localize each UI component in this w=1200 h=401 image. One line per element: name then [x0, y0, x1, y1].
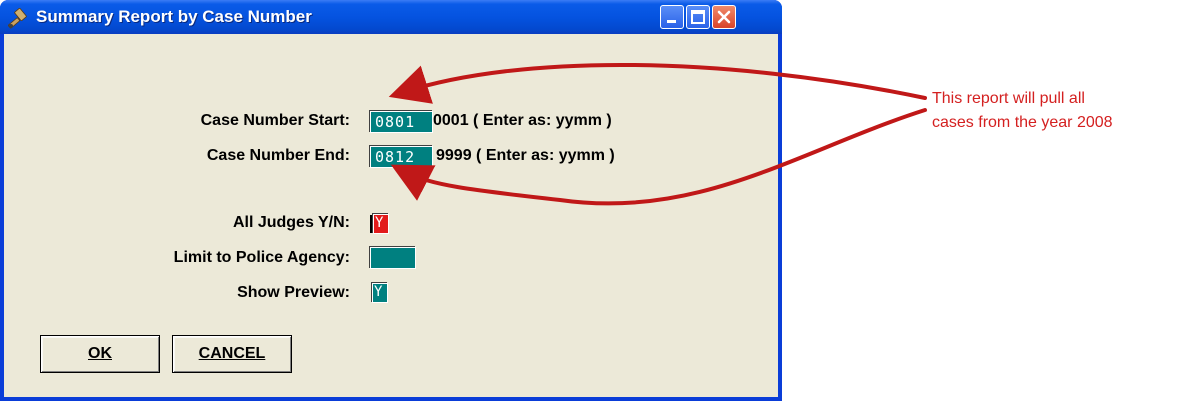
annotation-line-1: This report will pull all	[932, 90, 1085, 107]
annotation-arrows	[388, 63, 927, 206]
arrow-to-start	[388, 63, 927, 104]
arrow-to-end	[390, 108, 927, 206]
annotation-text: This report will pull all cases from the…	[932, 87, 1194, 135]
annotation-line-2: cases from the year 2008	[932, 114, 1113, 131]
